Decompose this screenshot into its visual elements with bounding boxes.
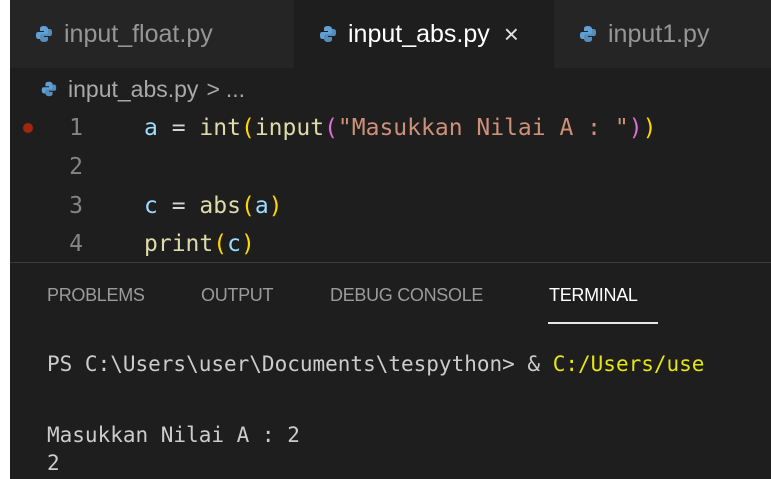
breadcrumb-ellipsis[interactable]: ... — [226, 76, 245, 103]
tab-terminal[interactable]: TERMINAL — [549, 285, 638, 306]
editor-tab-bar: input_float.py input_abs.py × input1.py — [10, 0, 771, 68]
terminal-line[interactable]: PS C:\Users\user\Documents\tespython> & … — [47, 352, 704, 376]
tab-input1[interactable]: input1.py — [554, 0, 771, 68]
breadcrumb-separator: > — [206, 75, 220, 102]
code-line[interactable]: 3 c = abs(a) — [10, 188, 771, 224]
python-file-icon — [41, 81, 57, 97]
line-number: 2 — [69, 154, 83, 180]
code-line[interactable]: 4 print(c) — [10, 226, 771, 262]
terminal-output-line: 2 — [47, 451, 60, 475]
code-text: c = abs(a) — [144, 193, 283, 219]
line-number: 1 — [69, 115, 83, 141]
python-file-icon — [320, 26, 336, 42]
close-icon[interactable]: × — [504, 19, 519, 50]
tab-input-abs[interactable]: input_abs.py × — [294, 0, 554, 68]
window-edge — [0, 0, 10, 479]
tab-label: input_float.py — [64, 19, 213, 48]
tab-problems[interactable]: PROBLEMS — [47, 285, 145, 306]
python-file-icon — [580, 26, 596, 42]
breadcrumb-file[interactable]: input_abs.py — [68, 76, 198, 103]
tab-output[interactable]: OUTPUT — [201, 285, 274, 306]
code-line[interactable]: 1 a = int(input("Masukkan Nilai A : ")) — [10, 110, 771, 146]
code-line[interactable]: 2 — [10, 149, 771, 185]
code-editor[interactable]: 1 a = int(input("Masukkan Nilai A : ")) … — [10, 110, 771, 262]
line-number: 3 — [69, 193, 83, 219]
bottom-panel: PROBLEMS OUTPUT DEBUG CONSOLE TERMINAL P… — [10, 263, 771, 479]
tab-debug-console[interactable]: DEBUG CONSOLE — [330, 285, 483, 306]
tab-label: input_abs.py — [348, 19, 490, 48]
line-number: 4 — [69, 231, 83, 257]
active-tab-indicator — [548, 322, 658, 324]
tab-label: input1.py — [608, 19, 710, 48]
breadcrumb[interactable]: input_abs.py > ... — [10, 68, 771, 110]
terminal-command: C:/Users/use — [552, 352, 705, 376]
vscode-window: input_float.py input_abs.py × input1.py … — [0, 0, 771, 479]
code-text: a = int(input("Masukkan Nilai A : ")) — [144, 115, 657, 141]
terminal-output-line: Masukkan Nilai A : 2 — [47, 423, 300, 447]
terminal-prompt: PS C:\Users\user\Documents\tespython> & — [47, 352, 553, 376]
python-file-icon — [36, 26, 52, 42]
breakpoint-icon[interactable] — [23, 123, 33, 133]
code-text: print(c) — [144, 231, 255, 257]
tab-input-float[interactable]: input_float.py — [10, 0, 272, 68]
